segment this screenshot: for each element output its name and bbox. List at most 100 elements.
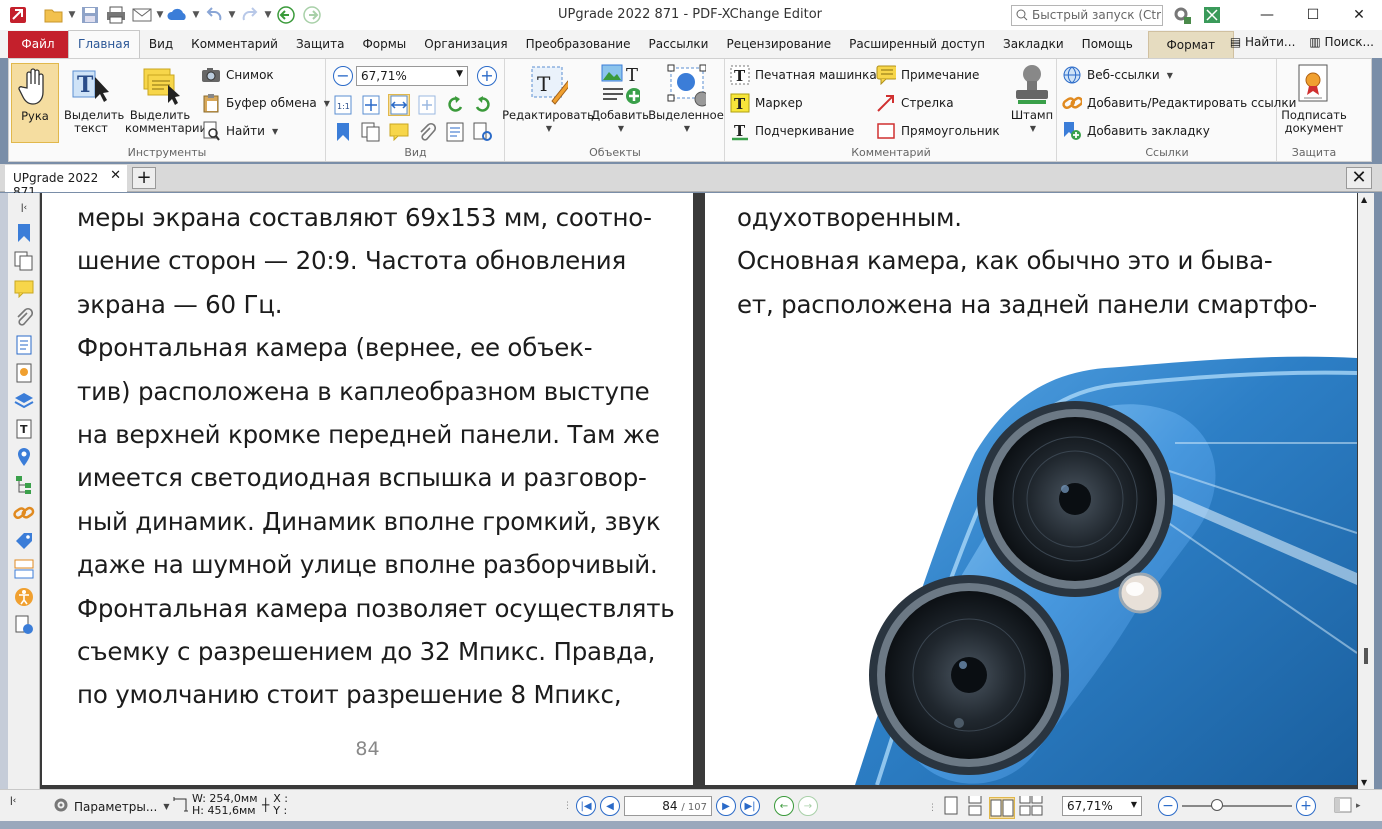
tab-comment[interactable]: Комментарий xyxy=(182,31,287,58)
clipboard-button[interactable]: Буфер обмена ▼ xyxy=(201,93,330,113)
attachments-panel-icon[interactable] xyxy=(416,121,438,143)
single-page-icon[interactable] xyxy=(941,796,961,819)
tags-panel-icon[interactable] xyxy=(12,529,36,553)
tab-help[interactable]: Помощь xyxy=(1073,31,1142,58)
continuous-page-icon[interactable] xyxy=(965,793,985,819)
search-button[interactable]: ▥ Поиск... xyxy=(1309,35,1374,49)
app-logo-icon[interactable] xyxy=(6,3,30,27)
links-panel-icon[interactable] xyxy=(12,501,36,525)
tab-file[interactable]: Файл xyxy=(8,31,68,58)
email-icon[interactable] xyxy=(130,3,154,27)
zoom-select[interactable]: 67,71% ▼ xyxy=(356,66,468,86)
note-button[interactable]: Примечание xyxy=(876,65,979,85)
chevron-down-icon[interactable]: ▼ xyxy=(156,6,164,24)
tab-convert[interactable]: Преобразование xyxy=(517,31,640,58)
arrow-button[interactable]: Стрелка xyxy=(876,93,954,113)
zoom-in-icon[interactable]: + xyxy=(477,66,497,86)
minimize-icon[interactable]: — xyxy=(1244,0,1290,30)
tab-review[interactable]: Рецензирование xyxy=(717,31,840,58)
typewriter-button[interactable]: T Печатная машинка xyxy=(730,65,877,85)
open-folder-icon[interactable] xyxy=(42,3,66,27)
back-icon[interactable] xyxy=(274,3,298,27)
tab-share[interactable]: Расширенный доступ xyxy=(840,31,994,58)
fit-width-icon[interactable] xyxy=(388,94,410,116)
zoom-select[interactable]: 67,71% ▼ xyxy=(1062,796,1142,816)
back-view-icon[interactable]: ← xyxy=(774,796,794,816)
stamp-button[interactable]: Штамп ▼ xyxy=(1008,63,1056,135)
order-panel-icon[interactable] xyxy=(12,557,36,581)
scroll-up-icon[interactable]: ▲ xyxy=(1361,195,1367,204)
web-links-button[interactable]: Веб-ссылки ▼ xyxy=(1062,65,1173,85)
current-page-input[interactable]: 84 / 107 xyxy=(624,796,712,816)
collapse-panel-icon[interactable]: ǀ‹ xyxy=(12,196,36,220)
hand-tool-button[interactable]: Рука xyxy=(11,63,59,143)
settings-icon[interactable] xyxy=(1170,3,1194,27)
edit-content-button[interactable]: T Редактировать ▼ xyxy=(502,63,594,135)
comments-panel-icon[interactable] xyxy=(388,121,410,143)
chevron-down-icon[interactable]: ▼ xyxy=(68,6,76,24)
select-text-button[interactable]: T Выделить текст xyxy=(62,63,124,135)
fit-page-icon[interactable] xyxy=(360,94,382,116)
reading-order-panel-icon[interactable] xyxy=(12,613,36,637)
scroll-down-icon[interactable]: ▼ xyxy=(1361,778,1367,787)
zoom-out-icon[interactable]: − xyxy=(333,66,353,86)
zoom-in-icon[interactable]: + xyxy=(1296,796,1316,816)
content-panel-icon[interactable] xyxy=(12,333,36,357)
attachments-panel-icon[interactable] xyxy=(12,305,36,329)
forward-icon[interactable] xyxy=(300,3,324,27)
tab-bookmarks[interactable]: Закладки xyxy=(994,31,1073,58)
two-page-icon[interactable] xyxy=(989,796,1015,819)
tab-view[interactable]: Вид xyxy=(140,31,182,58)
pages-panel-icon[interactable] xyxy=(360,121,382,143)
redo-icon[interactable] xyxy=(238,3,262,27)
vertical-scrollbar[interactable]: ▲ ▼ xyxy=(1358,193,1374,789)
next-page-icon[interactable]: ▶ xyxy=(716,796,736,816)
expand-icon[interactable]: ▸ xyxy=(1356,801,1361,811)
comments-panel-icon[interactable] xyxy=(12,277,36,301)
tab-forms[interactable]: Формы xyxy=(353,31,415,58)
panel-toggle-icon[interactable]: ǀ‹ xyxy=(10,796,16,806)
tab-mailings[interactable]: Рассылки xyxy=(639,31,717,58)
destinations-panel-icon[interactable] xyxy=(12,445,36,469)
sign-document-button[interactable]: Подписать документ xyxy=(1280,63,1348,135)
panel-layout-icon[interactable] xyxy=(1334,797,1352,816)
snapshot-button[interactable]: Снимок xyxy=(201,65,274,85)
find-button[interactable]: ▤ Найти... xyxy=(1230,35,1296,49)
zoom-slider[interactable] xyxy=(1182,796,1292,816)
marker-button[interactable]: T Маркер xyxy=(730,93,803,113)
new-tab-button[interactable]: + xyxy=(132,167,156,189)
two-page-continuous-icon[interactable] xyxy=(1019,793,1043,819)
tab-format[interactable]: Формат xyxy=(1147,31,1234,58)
last-page-icon[interactable]: ▶| xyxy=(740,796,760,816)
add-content-button[interactable]: T Добавить ▼ xyxy=(591,63,649,135)
document-settings-icon[interactable] xyxy=(472,121,494,143)
properties-panel-icon[interactable] xyxy=(444,121,466,143)
accessibility-panel-icon[interactable] xyxy=(12,585,36,609)
settings-button[interactable]: Параметры... ▼ xyxy=(52,796,169,817)
find-tool-button[interactable]: Найти ▼ xyxy=(201,121,278,141)
quick-launch-input[interactable]: Быстрый запуск (Ctrl... xyxy=(1011,5,1163,26)
fullscreen-icon[interactable] xyxy=(1200,3,1224,27)
previous-page-icon[interactable]: ◀ xyxy=(600,796,620,816)
close-tab-icon[interactable]: ✕ xyxy=(110,168,121,183)
zoom-out-icon[interactable]: − xyxy=(1158,796,1178,816)
actual-size-icon[interactable]: 1:1 xyxy=(332,94,354,116)
add-bookmark-button[interactable]: Добавить закладку xyxy=(1062,121,1210,141)
close-icon[interactable]: ✕ xyxy=(1336,0,1382,30)
tab-home[interactable]: Главная xyxy=(68,30,140,58)
tab-protect[interactable]: Защита xyxy=(287,31,354,58)
chevron-down-icon[interactable]: ▼ xyxy=(264,6,272,24)
document-view[interactable]: меры экрана составляют 69x153 мм, соотно… xyxy=(40,193,1358,789)
save-icon[interactable] xyxy=(78,3,102,27)
fit-visible-icon[interactable] xyxy=(416,94,438,116)
rotate-right-icon[interactable] xyxy=(472,94,494,116)
chevron-down-icon[interactable]: ▼ xyxy=(192,6,200,24)
signatures-panel-icon[interactable] xyxy=(12,361,36,385)
rectangle-button[interactable]: Прямоугольник xyxy=(876,121,1000,141)
first-page-icon[interactable]: |◀ xyxy=(576,796,596,816)
forward-view-icon[interactable]: → xyxy=(798,796,818,816)
maximize-icon[interactable]: ☐ xyxy=(1290,0,1336,30)
bookmarks-panel-icon[interactable] xyxy=(12,221,36,245)
close-document-icon[interactable]: ✕ xyxy=(1346,167,1372,189)
tab-organize[interactable]: Организация xyxy=(415,31,516,58)
